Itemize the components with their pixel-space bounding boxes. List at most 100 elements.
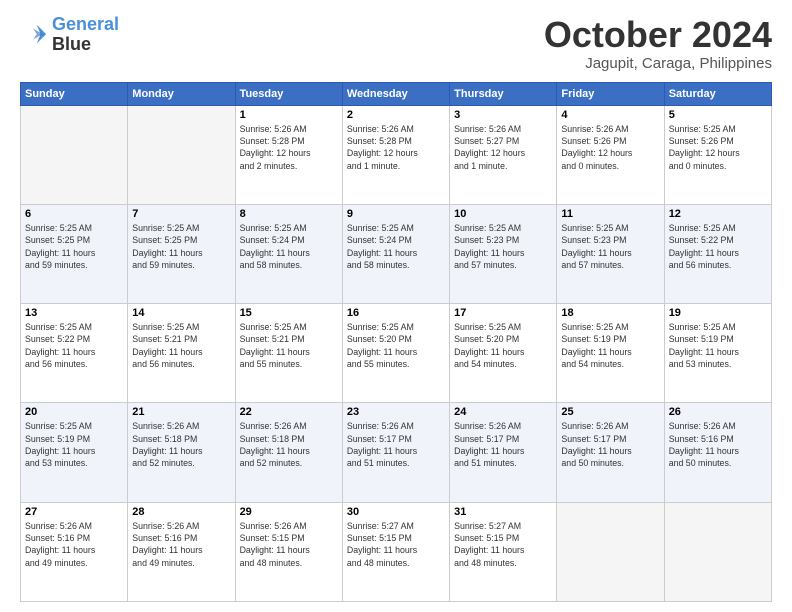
logo: General Blue [20,15,119,55]
day-number: 27 [25,506,123,518]
header-monday: Monday [128,82,235,105]
table-row: 6 Sunrise: 5:25 AM Sunset: 5:25 PM Daylig… [21,204,128,303]
day-info: Sunrise: 5:27 AM Sunset: 5:15 PM Dayligh… [454,520,552,569]
day-number: 23 [347,406,445,418]
logo-text: General Blue [52,15,119,55]
header: General Blue October 2024 Jagupit, Carag… [20,15,772,72]
logo-icon [20,21,48,49]
day-number: 24 [454,406,552,418]
day-info: Sunrise: 5:25 AM Sunset: 5:21 PM Dayligh… [240,321,338,370]
table-row: 18 Sunrise: 5:25 AM Sunset: 5:19 PM Dayli… [557,304,664,403]
day-info: Sunrise: 5:26 AM Sunset: 5:28 PM Dayligh… [347,123,445,172]
day-number: 10 [454,208,552,220]
day-info: Sunrise: 5:26 AM Sunset: 5:18 PM Dayligh… [240,420,338,469]
day-info: Sunrise: 5:25 AM Sunset: 5:26 PM Dayligh… [669,123,767,172]
day-info: Sunrise: 5:26 AM Sunset: 5:18 PM Dayligh… [132,420,230,469]
table-row: 21 Sunrise: 5:26 AM Sunset: 5:18 PM Dayli… [128,403,235,502]
day-info: Sunrise: 5:25 AM Sunset: 5:20 PM Dayligh… [347,321,445,370]
day-number: 22 [240,406,338,418]
table-row: 24 Sunrise: 5:26 AM Sunset: 5:17 PM Dayli… [450,403,557,502]
table-row: 10 Sunrise: 5:25 AM Sunset: 5:23 PM Dayli… [450,204,557,303]
day-number: 9 [347,208,445,220]
day-number: 28 [132,506,230,518]
header-saturday: Saturday [664,82,771,105]
calendar-header-row: Sunday Monday Tuesday Wednesday Thursday… [21,82,772,105]
day-info: Sunrise: 5:25 AM Sunset: 5:19 PM Dayligh… [669,321,767,370]
header-tuesday: Tuesday [235,82,342,105]
day-info: Sunrise: 5:26 AM Sunset: 5:16 PM Dayligh… [132,520,230,569]
table-row: 2Sunrise: 5:26 AM Sunset: 5:28 PM Daylig… [342,105,449,204]
day-number: 31 [454,506,552,518]
day-number: 3 [454,109,552,121]
day-number: 15 [240,307,338,319]
table-row [557,502,664,601]
day-info: Sunrise: 5:26 AM Sunset: 5:26 PM Dayligh… [561,123,659,172]
table-row: 11 Sunrise: 5:25 AM Sunset: 5:23 PM Dayli… [557,204,664,303]
day-number: 25 [561,406,659,418]
day-info: Sunrise: 5:26 AM Sunset: 5:27 PM Dayligh… [454,123,552,172]
day-number: 13 [25,307,123,319]
table-row: 20Sunrise: 5:25 AM Sunset: 5:19 PM Dayli… [21,403,128,502]
day-info: Sunrise: 5:25 AM Sunset: 5:24 PM Dayligh… [347,222,445,271]
day-number: 17 [454,307,552,319]
day-info: Sunrise: 5:26 AM Sunset: 5:17 PM Dayligh… [454,420,552,469]
day-info: Sunrise: 5:25 AM Sunset: 5:25 PM Dayligh… [25,222,123,271]
day-info: Sunrise: 5:25 AM Sunset: 5:21 PM Dayligh… [132,321,230,370]
table-row: 25 Sunrise: 5:26 AM Sunset: 5:17 PM Dayli… [557,403,664,502]
day-info: Sunrise: 5:27 AM Sunset: 5:15 PM Dayligh… [347,520,445,569]
table-row: 16 Sunrise: 5:25 AM Sunset: 5:20 PM Dayli… [342,304,449,403]
day-number: 11 [561,208,659,220]
table-row: 13Sunrise: 5:25 AM Sunset: 5:22 PM Dayli… [21,304,128,403]
table-row: 26 Sunrise: 5:26 AM Sunset: 5:16 PM Dayli… [664,403,771,502]
calendar-week-row: 6 Sunrise: 5:25 AM Sunset: 5:25 PM Daylig… [21,204,772,303]
day-number: 19 [669,307,767,319]
header-wednesday: Wednesday [342,82,449,105]
day-number: 1 [240,109,338,121]
day-info: Sunrise: 5:25 AM Sunset: 5:19 PM Dayligh… [561,321,659,370]
calendar-week-row: 1 Sunrise: 5:26 AM Sunset: 5:28 PM Daylig… [21,105,772,204]
table-row: 23 Sunrise: 5:26 AM Sunset: 5:17 PM Dayli… [342,403,449,502]
table-row: 17 Sunrise: 5:25 AM Sunset: 5:20 PM Dayli… [450,304,557,403]
day-info: Sunrise: 5:25 AM Sunset: 5:23 PM Dayligh… [454,222,552,271]
table-row [128,105,235,204]
table-row: 9 Sunrise: 5:25 AM Sunset: 5:24 PM Daylig… [342,204,449,303]
table-row: 7Sunrise: 5:25 AM Sunset: 5:25 PM Daylig… [128,204,235,303]
day-info: Sunrise: 5:26 AM Sunset: 5:16 PM Dayligh… [669,420,767,469]
day-number: 26 [669,406,767,418]
table-row: 3 Sunrise: 5:26 AM Sunset: 5:27 PM Daylig… [450,105,557,204]
day-info: Sunrise: 5:25 AM Sunset: 5:19 PM Dayligh… [25,420,123,469]
table-row: 22 Sunrise: 5:26 AM Sunset: 5:18 PM Dayli… [235,403,342,502]
day-info: Sunrise: 5:25 AM Sunset: 5:23 PM Dayligh… [561,222,659,271]
day-number: 29 [240,506,338,518]
day-number: 14 [132,307,230,319]
table-row: 15 Sunrise: 5:25 AM Sunset: 5:21 PM Dayli… [235,304,342,403]
calendar-week-row: 13Sunrise: 5:25 AM Sunset: 5:22 PM Dayli… [21,304,772,403]
day-info: Sunrise: 5:26 AM Sunset: 5:28 PM Dayligh… [240,123,338,172]
table-row: 1 Sunrise: 5:26 AM Sunset: 5:28 PM Daylig… [235,105,342,204]
table-row: 27 Sunrise: 5:26 AM Sunset: 5:16 PM Dayli… [21,502,128,601]
location-subtitle: Jagupit, Caraga, Philippines [544,55,772,72]
header-friday: Friday [557,82,664,105]
header-sunday: Sunday [21,82,128,105]
day-info: Sunrise: 5:25 AM Sunset: 5:24 PM Dayligh… [240,222,338,271]
table-row: 28 Sunrise: 5:26 AM Sunset: 5:16 PM Dayli… [128,502,235,601]
day-number: 18 [561,307,659,319]
day-number: 6 [25,208,123,220]
calendar-table: Sunday Monday Tuesday Wednesday Thursday… [20,82,772,602]
day-number: 7 [132,208,230,220]
day-info: Sunrise: 5:25 AM Sunset: 5:20 PM Dayligh… [454,321,552,370]
day-number: 5 [669,109,767,121]
calendar-week-row: 20Sunrise: 5:25 AM Sunset: 5:19 PM Dayli… [21,403,772,502]
table-row: 4Sunrise: 5:26 AM Sunset: 5:26 PM Daylig… [557,105,664,204]
day-number: 12 [669,208,767,220]
table-row: 19 Sunrise: 5:25 AM Sunset: 5:19 PM Dayli… [664,304,771,403]
day-info: Sunrise: 5:26 AM Sunset: 5:15 PM Dayligh… [240,520,338,569]
day-info: Sunrise: 5:26 AM Sunset: 5:16 PM Dayligh… [25,520,123,569]
day-info: Sunrise: 5:26 AM Sunset: 5:17 PM Dayligh… [347,420,445,469]
day-info: Sunrise: 5:26 AM Sunset: 5:17 PM Dayligh… [561,420,659,469]
day-number: 16 [347,307,445,319]
day-number: 21 [132,406,230,418]
month-title: October 2024 [544,15,772,55]
day-info: Sunrise: 5:25 AM Sunset: 5:22 PM Dayligh… [669,222,767,271]
table-row: 31 Sunrise: 5:27 AM Sunset: 5:15 PM Dayli… [450,502,557,601]
